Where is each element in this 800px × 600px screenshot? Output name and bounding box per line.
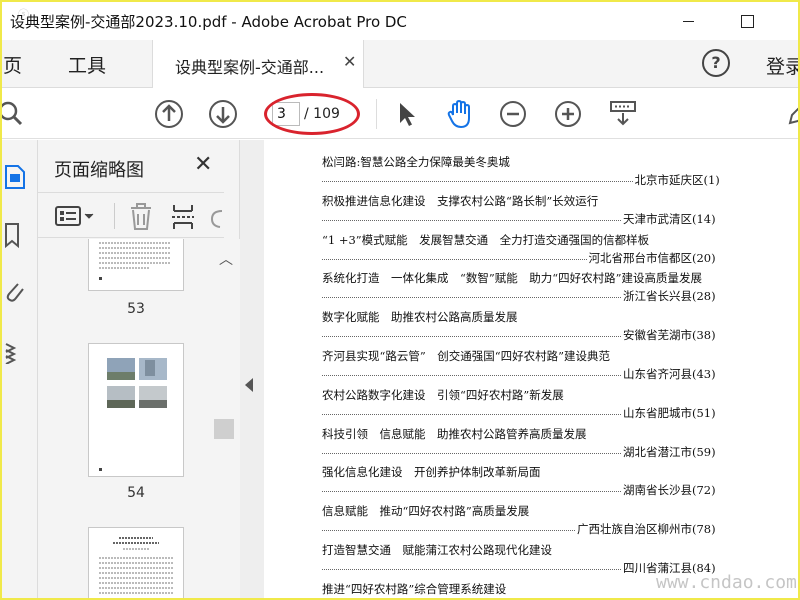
toc-entry[interactable]: 齐河县实现“路云管” 创交通强国“四好农村路”建设典范 山东省齐河县(43) bbox=[322, 348, 798, 386]
rotate-page-icon[interactable] bbox=[210, 207, 224, 229]
options-menu-icon[interactable] bbox=[54, 205, 96, 227]
zoom-out-icon[interactable] bbox=[498, 99, 528, 129]
collapse-arrow-icon[interactable] bbox=[245, 378, 253, 392]
minimize-button[interactable] bbox=[674, 10, 704, 32]
thumbnail-page-55-preview bbox=[99, 537, 173, 594]
thumbnail-page-53[interactable] bbox=[88, 239, 184, 291]
toc-entry[interactable]: 积极推进信息化建设 支撑农村公路“路长制”长效运行 天津市武清区(14) bbox=[322, 193, 798, 231]
panel-collapse-strip[interactable] bbox=[240, 140, 264, 598]
toc-dot-leader bbox=[322, 168, 633, 182]
thumbnail-page-54-preview bbox=[99, 358, 167, 471]
toc-entry[interactable]: 农村公路数字化建设 引领“四好农村路”新发展 山东省肥城市(51) bbox=[322, 387, 798, 425]
site-watermark: www.cndao.com bbox=[656, 572, 797, 593]
split-page-icon[interactable] bbox=[170, 203, 196, 231]
toc-entry-place: 天津市武清区(14) bbox=[621, 210, 716, 227]
toc-entry[interactable]: 信息赋能 推动“四好农村路”高质量发展 广西壮族自治区柳州市(78) bbox=[322, 503, 798, 541]
zoom-in-icon[interactable] bbox=[553, 99, 583, 129]
hand-tool-icon[interactable] bbox=[444, 99, 474, 129]
signin-button[interactable]: 登录 bbox=[766, 52, 798, 79]
logo-watermark: ⓢ bbox=[18, 8, 29, 21]
app-window: 设典型案例-交通部2023.10.pdf - Adobe Acrobat Pro… bbox=[0, 0, 800, 600]
document-view[interactable]: 松闫路:智慧公路全力保障最美冬奥城 北京市延庆区(1) 积极推进信息化建设 支撑农村… bbox=[264, 140, 798, 598]
toc-entry[interactable]: 数字化赋能 助推农村公路高质量发展 安徽省芜湖市(38) bbox=[322, 309, 798, 347]
toc-dot-leader bbox=[322, 517, 575, 532]
layers-icon[interactable] bbox=[4, 338, 26, 364]
thumbnail-page-53-preview bbox=[99, 242, 171, 280]
thumbnail-page-54[interactable] bbox=[88, 343, 184, 477]
panel-divider bbox=[114, 203, 115, 229]
previous-page-icon[interactable] bbox=[154, 99, 184, 129]
toc-entry-place: 河北省邢台市信都区(20) bbox=[586, 249, 716, 266]
toc-entry[interactable]: 强化信息化建设 开创养护体制改革新局面 湖南省长沙县(72) bbox=[322, 464, 798, 502]
help-icon[interactable]: ? bbox=[702, 49, 730, 77]
search-icon[interactable] bbox=[0, 99, 26, 129]
toolbar-divider bbox=[376, 99, 377, 129]
thumbnail-toolbar bbox=[38, 192, 224, 238]
toc-entry-place: 山东省肥城市(51) bbox=[621, 404, 716, 421]
toc-dot-leader bbox=[322, 246, 587, 260]
maximize-button[interactable] bbox=[732, 10, 762, 32]
left-tool-strip bbox=[2, 140, 38, 598]
delete-page-icon[interactable] bbox=[128, 203, 154, 231]
toolbar: / 109 bbox=[0, 89, 800, 139]
toc-entry-title: 推进“四好农村路”综合管理系统建设 bbox=[322, 581, 507, 596]
tab-document[interactable]: 设典型案例-交通部... ✕ bbox=[152, 40, 364, 88]
scrollbar-thumb[interactable] bbox=[214, 419, 234, 439]
select-cursor-icon[interactable] bbox=[392, 99, 422, 129]
toc-entry[interactable]: 系统化打造 一体化集成 “数智”赋能 助力“四好农村路”建设高质量发展 浙江省长兴… bbox=[322, 270, 798, 308]
toc-dot-leader bbox=[322, 207, 621, 221]
tab-document-label: 设典型案例-交通部... bbox=[175, 58, 325, 77]
tab-home[interactable]: 主页 bbox=[2, 51, 42, 78]
thumbnail-page-number: 53 bbox=[127, 301, 145, 317]
toc-entry-place: 湖北省潜江市(59) bbox=[621, 443, 716, 460]
toc-entry-place: 北京市延庆区(1) bbox=[632, 172, 720, 188]
panel-title: 页面缩略图 bbox=[54, 160, 144, 181]
window-title: 设典型案例-交通部2023.10.pdf - Adobe Acrobat Pro… bbox=[10, 13, 407, 31]
next-page-icon[interactable] bbox=[208, 99, 238, 129]
toc-entry[interactable]: 松闫路:智慧公路全力保障最美冬奥城 北京市延庆区(1) bbox=[322, 154, 798, 192]
page-thumbnails-icon[interactable] bbox=[4, 164, 26, 190]
toc-entry-place: 浙江省长兴县(28) bbox=[621, 288, 716, 305]
toc-dot-leader bbox=[322, 284, 621, 299]
tab-home-label: 主页 bbox=[2, 55, 23, 77]
annotation-highlight-ellipse bbox=[264, 93, 360, 135]
scroll-up-icon[interactable]: ︿ bbox=[219, 249, 233, 269]
bookmark-icon[interactable] bbox=[4, 222, 26, 248]
thumbnail-panel: 页面缩略图 ✕ 53 54 ︿ bbox=[38, 140, 240, 598]
thumbnail-page-number: 54 bbox=[127, 485, 145, 501]
toc-entry[interactable]: “1 +3”模式赋能 发展智慧交通 全力打造交通强国的信都样板 河北省邢台市信都区… bbox=[322, 232, 798, 270]
thumbnail-page-55[interactable] bbox=[88, 527, 184, 598]
toc-entry[interactable]: 科技引领 信息赋能 助推农村公路管养高质量发展 湖北省潜江市(59) bbox=[322, 426, 798, 464]
toc-dot-leader bbox=[322, 401, 621, 415]
toc-dot-leader bbox=[322, 362, 621, 376]
close-panel-icon[interactable]: ✕ bbox=[194, 152, 212, 177]
pen-edit-icon[interactable] bbox=[784, 99, 800, 129]
toc-dot-leader bbox=[322, 478, 621, 493]
toc-dot-leader bbox=[322, 440, 621, 454]
thumbnail-list: 53 54 bbox=[38, 239, 224, 598]
toc-dot-leader bbox=[322, 556, 621, 570]
thumbnail-scrollbar[interactable]: ︿ bbox=[214, 239, 240, 598]
tab-bar: 主页 工具 设典型案例-交通部... ✕ ? 登录 bbox=[2, 40, 798, 88]
title-bar: 设典型案例-交通部2023.10.pdf - Adobe Acrobat Pro… bbox=[2, 2, 798, 40]
toc-dot-leader bbox=[322, 323, 621, 338]
tab-tools[interactable]: 工具 bbox=[68, 51, 106, 78]
toc-entry-place: 安徽省芜湖市(38) bbox=[621, 327, 716, 344]
keyboard-download-icon[interactable] bbox=[608, 99, 638, 129]
close-tab-icon[interactable]: ✕ bbox=[343, 52, 356, 71]
toc-entry-place: 湖南省长沙县(72) bbox=[621, 482, 716, 499]
toc-entry-place: 山东省齐河县(43) bbox=[621, 366, 716, 382]
toc-entry-place: 广西壮族自治区柳州市(78) bbox=[575, 521, 716, 538]
attachment-icon[interactable] bbox=[4, 278, 26, 304]
